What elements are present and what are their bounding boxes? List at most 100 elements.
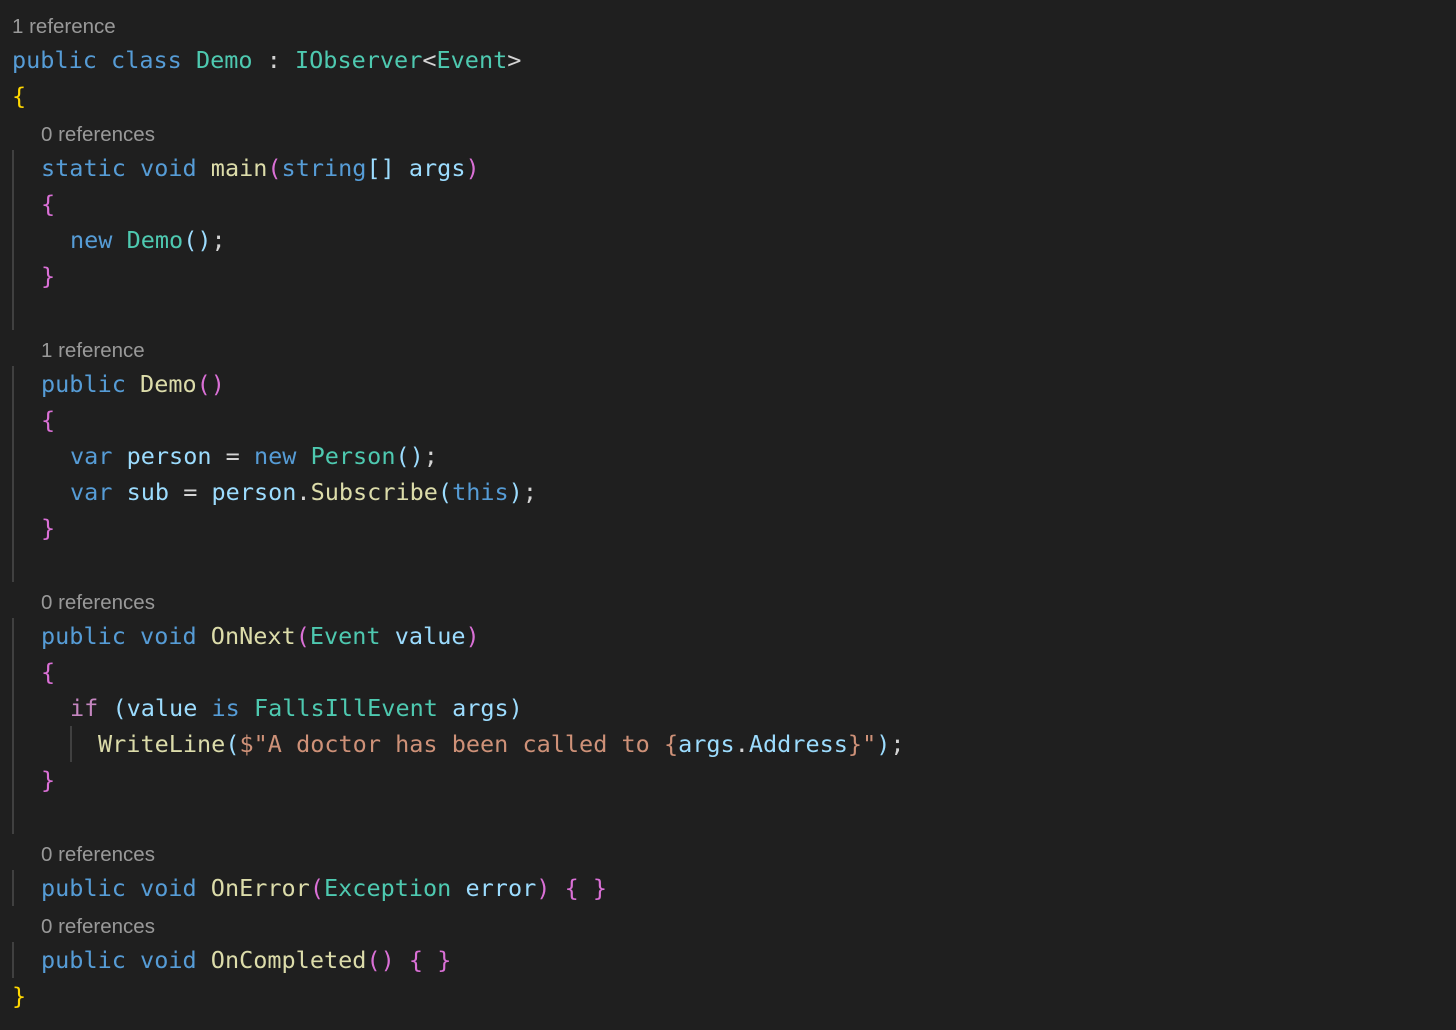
code-line-writeline: WriteLine($"A doctor has been called to …	[98, 726, 905, 762]
keyword: public	[41, 370, 126, 398]
paren: )	[508, 478, 523, 506]
paren: (	[196, 370, 211, 398]
codelens-main-references[interactable]: 0 references	[41, 120, 155, 150]
paren: (	[437, 478, 453, 506]
code-line-var-sub: var sub = person.Subscribe(this);	[70, 474, 537, 510]
indent-guide	[12, 942, 14, 978]
keyword: is	[211, 694, 240, 722]
paren: )	[380, 946, 395, 974]
paren: )	[465, 154, 480, 182]
class-name: Person	[310, 442, 396, 470]
indent-guide	[12, 366, 14, 582]
punctuation: ;	[890, 730, 905, 758]
keyword: void	[140, 874, 197, 902]
keyword: public	[41, 622, 126, 650]
keyword: public	[41, 946, 126, 974]
empty-body: { }	[408, 946, 452, 974]
class-name: Demo	[126, 226, 184, 254]
brace: }	[41, 514, 56, 542]
keyword: new	[70, 226, 113, 254]
paren: (	[309, 874, 324, 902]
keyword: var	[70, 442, 113, 470]
interpolation-brace: {	[663, 730, 679, 758]
variable: person	[126, 442, 212, 470]
code-line-main-close: }	[41, 258, 55, 294]
code-line-main-signature: static void main(string[] args)	[41, 150, 480, 186]
empty-body: { }	[564, 874, 608, 902]
paren: (	[267, 154, 282, 182]
code-line-new-demo: new Demo();	[70, 222, 226, 258]
code-line-onnext-open: {	[41, 654, 55, 690]
brace: {	[41, 190, 56, 218]
interpolation-brace: }	[847, 730, 863, 758]
keyword: void	[140, 946, 197, 974]
parameter: value	[394, 622, 466, 650]
string-literal: $"A doctor has been called to	[239, 730, 664, 758]
keyword: static	[41, 154, 126, 182]
punctuation: >	[507, 46, 522, 74]
brace: }	[12, 982, 27, 1010]
code-line-class-open: {	[12, 78, 26, 114]
variable: args	[678, 730, 735, 758]
method-name: WriteLine	[98, 730, 226, 758]
type-name: Event	[436, 46, 508, 74]
parameter: error	[465, 874, 537, 902]
indent-guide	[12, 618, 14, 834]
keyword: new	[253, 442, 297, 470]
code-line-ctor-open: {	[41, 402, 55, 438]
operator: =	[183, 478, 198, 506]
keyword: void	[140, 154, 197, 182]
keyword: string	[281, 154, 367, 182]
punctuation: <	[422, 46, 437, 74]
method-name: Subscribe	[310, 478, 438, 506]
paren: )	[409, 442, 424, 470]
code-line-onnext-close: }	[41, 762, 55, 798]
codelens-ctor-references[interactable]: 1 reference	[41, 336, 145, 366]
brace: }	[41, 262, 56, 290]
keyword: var	[70, 478, 113, 506]
codelens-class-references[interactable]: 1 reference	[12, 12, 116, 42]
code-line-oncompleted: public void OnCompleted() { }	[41, 942, 451, 978]
code-line-class-declaration: public class Demo : IObserver<Event>	[12, 42, 521, 78]
type-name: Event	[309, 622, 381, 650]
paren: (	[112, 694, 127, 722]
interface-name: IObserver	[295, 46, 423, 74]
paren: )	[210, 370, 225, 398]
paren: (	[395, 442, 410, 470]
code-editor[interactable]: 1 reference public class Demo : IObserve…	[0, 0, 1456, 1030]
keyword-control: if	[70, 694, 99, 722]
paren: )	[508, 694, 523, 722]
paren: )	[465, 622, 480, 650]
paren: )	[536, 874, 551, 902]
method-name: OnNext	[210, 622, 296, 650]
type-name: FallsIllEvent	[253, 694, 438, 722]
code-line-ctor-close: }	[41, 510, 55, 546]
code-line-if: if (value is FallsIllEvent args)	[70, 690, 523, 726]
string-literal: "	[862, 730, 877, 758]
indent-guide	[70, 726, 72, 762]
paren: )	[197, 226, 212, 254]
keyword: class	[111, 46, 182, 74]
property: Address	[748, 730, 848, 758]
code-line-var-person: var person = new Person();	[70, 438, 438, 474]
brace: {	[41, 658, 56, 686]
punctuation: .	[734, 730, 749, 758]
paren: (	[295, 622, 310, 650]
method-name: OnCompleted	[210, 946, 367, 974]
keyword: public	[41, 874, 126, 902]
method-name: main	[210, 154, 268, 182]
codelens-onerror-references[interactable]: 0 references	[41, 840, 155, 870]
indent-guide	[12, 870, 14, 906]
punctuation: .	[296, 478, 311, 506]
variable: args	[452, 694, 509, 722]
brackets: []	[366, 154, 395, 182]
type-name: Exception	[324, 874, 452, 902]
keyword: this	[452, 478, 509, 506]
class-name: Demo	[195, 46, 253, 74]
codelens-onnext-references[interactable]: 0 references	[41, 588, 155, 618]
method-name: OnError	[210, 874, 310, 902]
codelens-oncompleted-references[interactable]: 0 references	[41, 912, 155, 942]
variable: person	[211, 478, 297, 506]
code-line-class-close: }	[12, 978, 26, 1014]
code-line-onnext-signature: public void OnNext(Event value)	[41, 618, 480, 654]
